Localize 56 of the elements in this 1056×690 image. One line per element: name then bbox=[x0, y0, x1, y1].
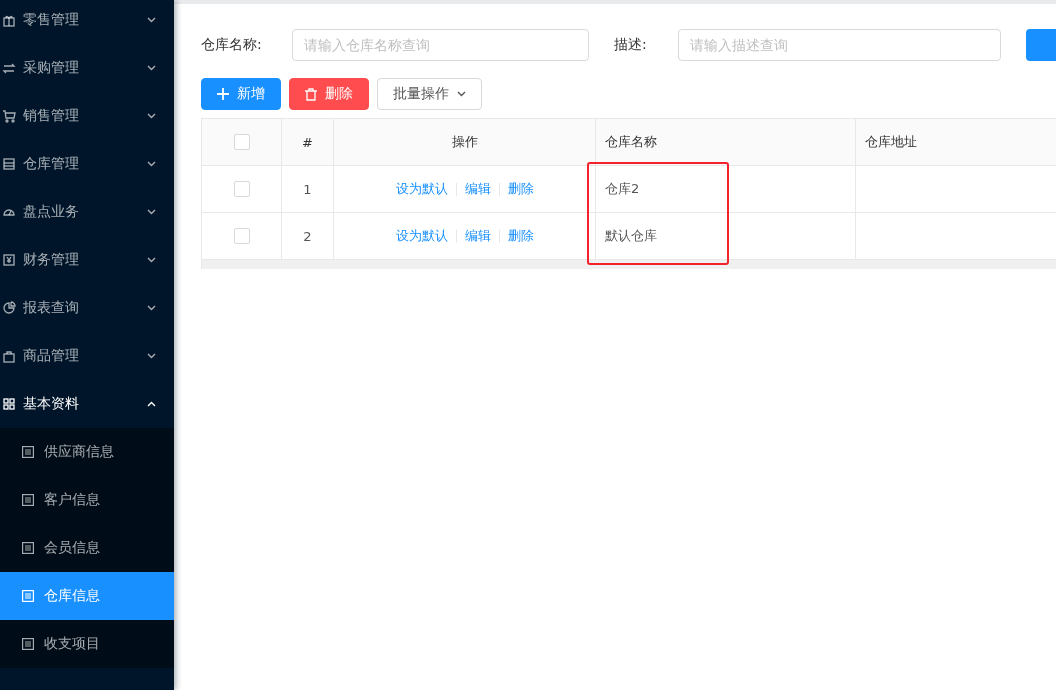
column-header: 仓库名称 bbox=[605, 133, 657, 151]
chevron-down-icon bbox=[147, 113, 156, 119]
submenu-item[interactable]: 供应商信息 bbox=[0, 428, 174, 476]
menu-item[interactable]: 销售管理 bbox=[0, 92, 174, 140]
checkbox[interactable] bbox=[233, 181, 250, 197]
document-icon bbox=[22, 590, 34, 602]
checkbox[interactable] bbox=[233, 134, 250, 150]
plus-icon bbox=[217, 88, 229, 100]
trash-icon bbox=[305, 87, 317, 101]
bag-icon bbox=[2, 349, 16, 363]
table-cell: 1 bbox=[303, 181, 312, 197]
chevron-down-icon bbox=[147, 257, 156, 263]
search-field[interactable]: 请输入描述查询 bbox=[677, 29, 1001, 61]
table-cell: 仓库2 bbox=[605, 180, 640, 198]
submenu-item[interactable]: 收支项目 bbox=[0, 620, 174, 668]
chevron-up-icon bbox=[147, 401, 156, 407]
pie-chart-icon bbox=[2, 301, 16, 315]
scrollbar[interactable] bbox=[202, 260, 1056, 269]
column-header: 操作 bbox=[451, 133, 478, 151]
field-label: 仓库名称: bbox=[201, 36, 263, 54]
document-icon bbox=[22, 542, 34, 554]
menu-item[interactable]: 采购管理 bbox=[0, 44, 174, 92]
table-cell: 2 bbox=[303, 228, 312, 244]
document-icon bbox=[22, 494, 34, 506]
column-header: 仓库地址 bbox=[865, 133, 917, 151]
table-cell: 默认仓库 bbox=[605, 227, 657, 245]
table-icon bbox=[2, 157, 16, 171]
money-icon bbox=[2, 253, 16, 267]
menu-item[interactable]: 盘点业务 bbox=[0, 188, 174, 236]
chevron-down-icon bbox=[457, 91, 466, 97]
menu-item[interactable]: 零售管理 bbox=[0, 0, 174, 44]
chevron-down-icon bbox=[147, 65, 156, 71]
menu-item[interactable]: 商品管理 bbox=[0, 332, 174, 380]
submenu-item[interactable]: 客户信息 bbox=[0, 476, 174, 524]
document-icon bbox=[22, 638, 34, 650]
column-header: # bbox=[302, 134, 313, 150]
gift-icon bbox=[2, 13, 16, 27]
grid-icon bbox=[2, 397, 16, 411]
swap-icon bbox=[2, 61, 16, 75]
document-icon bbox=[22, 446, 34, 458]
menu-item[interactable]: 基本资料 bbox=[0, 380, 174, 428]
search-button[interactable] bbox=[1026, 29, 1056, 61]
chevron-down-icon bbox=[147, 17, 156, 23]
chevron-down-icon bbox=[147, 209, 156, 215]
chevron-down-icon bbox=[147, 161, 156, 167]
checkbox[interactable] bbox=[233, 228, 250, 244]
search-field[interactable]: 请输入仓库名称查询 bbox=[292, 29, 589, 61]
field-label: 描述: bbox=[614, 36, 648, 54]
batch-dropdown[interactable]: 批量操作 bbox=[377, 78, 482, 110]
menu-item[interactable]: 报表查询 bbox=[0, 284, 174, 332]
menu-item[interactable]: 仓库管理 bbox=[0, 140, 174, 188]
cart-icon bbox=[2, 109, 16, 123]
menu-item[interactable]: 财务管理 bbox=[0, 236, 174, 284]
submenu-item[interactable]: 会员信息 bbox=[0, 524, 174, 572]
chevron-down-icon bbox=[147, 305, 156, 311]
chevron-down-icon bbox=[147, 353, 156, 359]
